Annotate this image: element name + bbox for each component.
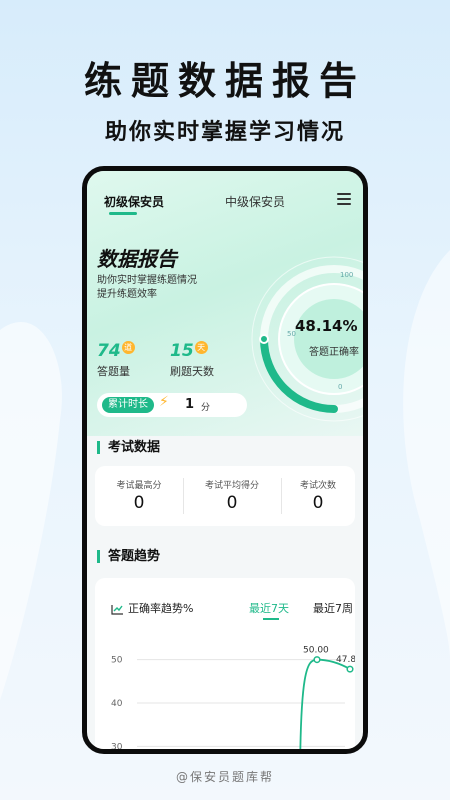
exam-count-value: 0: [312, 493, 324, 513]
y-tick-label: 40: [111, 699, 123, 709]
exam-avg-score-value: 0: [226, 493, 238, 513]
duration-tag: 累计时长: [102, 397, 154, 413]
report-desc-line-2: 提升练题效率: [97, 289, 157, 300]
stat-question-count: 74 道 答题量: [97, 341, 135, 379]
lightning-icon: ⚡: [159, 394, 169, 410]
series-line: [299, 658, 351, 749]
y-tick-label: 50: [111, 656, 123, 666]
data-label: 50.00: [303, 646, 329, 656]
report-title: 数据报告: [97, 247, 177, 271]
tab-last-7-weeks[interactable]: 最近7周: [313, 600, 353, 616]
app-watermark: @保安员题库帮: [175, 770, 274, 784]
data-point: [313, 656, 321, 664]
accuracy-percent: 48.14%: [295, 317, 358, 335]
accuracy-trend-chart: 50 40 30 50.00 47.82: [111, 646, 355, 749]
trend-tab-indicator: [263, 618, 279, 620]
menu-icon[interactable]: [337, 193, 351, 205]
exam-max-score: 考试最高分 0: [95, 466, 183, 526]
accuracy-gauge: 100 50 0: [251, 256, 363, 422]
phone-frame: 初级保安员 中级保安员 数据报告 助你实时掌握练题情况 提升练题效率 100 5…: [82, 166, 368, 754]
y-tick-label: 30: [111, 742, 123, 749]
tab-junior-guard[interactable]: 初级保安员: [104, 193, 164, 210]
exam-count-label: 考试次数: [299, 481, 336, 491]
data-point: [346, 665, 354, 673]
trend-card: 正确率趋势% 最近7天 最近7周 50 40 30 50.00 47.82: [95, 578, 355, 749]
exam-stats-card: 考试最高分 0 考试平均得分 0 考试次数 0: [95, 466, 355, 526]
study-duration: 累计时长 ⚡ 1 分: [97, 393, 247, 417]
report-description: 助你实时掌握练题情况 提升练题效率: [97, 274, 217, 302]
trend-header: 正确率趋势%: [111, 600, 193, 616]
exam-avg-score: 考试平均得分 0: [183, 466, 281, 526]
app-screen: 初级保安员 中级保安员 数据报告 助你实时掌握练题情况 提升练题效率 100 5…: [87, 171, 363, 749]
practice-days-value: 15: [170, 341, 194, 361]
practice-days-unit: 天: [194, 341, 208, 354]
stat-practice-days: 15 天 刷题天数: [170, 341, 214, 379]
promo-title: 练题数据报告: [83, 59, 366, 103]
exam-max-score-label: 考试最高分: [116, 481, 162, 491]
exam-section-title: 考试数据: [97, 441, 160, 454]
report-desc-line-1: 助你实时掌握练题情况: [97, 275, 197, 286]
tab-intermediate-guard[interactable]: 中级保安员: [225, 193, 285, 210]
trend-header-label: 正确率趋势%: [128, 602, 194, 615]
practice-days-label: 刷题天数: [170, 365, 214, 378]
data-label: 47.82: [336, 655, 355, 665]
gauge-tick-100: 100: [340, 271, 353, 279]
trend-section-title: 答题趋势: [97, 550, 160, 563]
question-count-value: 74: [97, 341, 121, 361]
gauge-tick-0: 0: [338, 383, 342, 391]
exam-count: 考试次数 0: [281, 466, 355, 526]
question-count-label: 答题量: [97, 365, 130, 378]
question-count-unit: 道: [121, 341, 135, 354]
exam-max-score-value: 0: [133, 493, 145, 513]
duration-value: 1: [185, 397, 195, 412]
level-tabs: 初级保安员 中级保安员: [87, 171, 363, 223]
duration-unit: 分: [201, 403, 211, 413]
accuracy-label: 答题正确率: [309, 347, 359, 358]
tab-last-7-days[interactable]: 最近7天: [249, 600, 289, 616]
exam-avg-score-label: 考试平均得分: [204, 481, 259, 491]
active-tab-indicator: [109, 212, 137, 215]
trend-chart-icon: [111, 604, 123, 615]
promo-subtitle: 助你实时掌握学习情况: [104, 120, 345, 145]
